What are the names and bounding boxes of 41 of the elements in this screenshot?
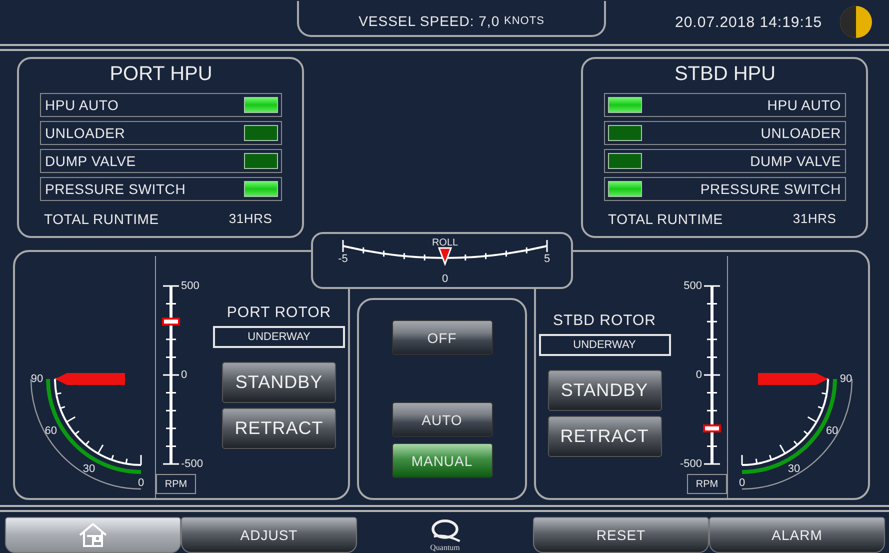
rotor-title: PORT ROTOR	[226, 304, 332, 323]
nav-button[interactable]: ALARM	[709, 517, 885, 553]
rpm-scale-drawing: 500 0 -500	[156, 278, 211, 474]
roll-gauge-drawing: ROLL -5 0 5	[313, 234, 571, 287]
date-time: 20.07.2018 14:19:15	[675, 14, 822, 30]
angle-gauge-drawing: 90 60 30 0	[15, 361, 155, 496]
runtime-label: TOTAL RUNTIME	[608, 211, 723, 227]
indicator-label: UNLOADER	[760, 125, 841, 141]
half-moon-icon[interactable]	[839, 5, 873, 39]
vessel-speed-display: VESSEL SPEED: 7,0 KNOTS	[297, 1, 606, 37]
rotor-title: STBD ROTOR	[552, 312, 656, 331]
rpm-scale-drawing: 500 0 -500	[672, 278, 727, 474]
runtime-value: 31HRS	[228, 211, 272, 227]
panel-title: STBD HPU	[673, 63, 777, 87]
home-icon	[78, 522, 108, 548]
rotor-command-button[interactable]: RETRACT	[222, 408, 336, 449]
home-button[interactable]	[5, 517, 181, 553]
rpm-unit-label: RPM	[156, 474, 196, 494]
rotor-status: UNDERWAY	[538, 334, 670, 356]
mode-button[interactable]: OFF	[392, 320, 492, 355]
indicator-label: HPU AUTO	[45, 97, 119, 113]
brand-name: Quantum	[430, 542, 460, 552]
rotor-command-button[interactable]: RETRACT	[548, 416, 662, 457]
mode-button[interactable]: AUTO	[392, 402, 492, 437]
indicator-label: DUMP VALVE	[750, 153, 841, 169]
rpm-unit-label: RPM	[687, 474, 727, 494]
nav-button[interactable]: RESET	[533, 517, 709, 553]
indicator-label: PRESSURE SWITCH	[700, 181, 841, 197]
indicator-label: PRESSURE SWITCH	[45, 181, 186, 197]
rotor-command-button[interactable]: STANDBY	[222, 362, 336, 403]
nav-button[interactable]: ADJUST	[181, 517, 357, 553]
angle-gauge-drawing: 90 60 30 0	[728, 361, 868, 496]
panel-title: PORT HPU	[108, 63, 214, 87]
runtime-label: TOTAL RUNTIME	[44, 211, 159, 227]
indicator-label: DUMP VALVE	[45, 153, 136, 169]
mode-button[interactable]: MANUAL	[392, 443, 492, 478]
rotor-command-button[interactable]: STANDBY	[548, 370, 662, 411]
rotor-status: UNDERWAY	[213, 326, 345, 348]
indicator-label: UNLOADER	[45, 125, 126, 141]
indicator-label: HPU AUTO	[767, 97, 841, 113]
runtime-value: 31HRS	[792, 211, 836, 227]
